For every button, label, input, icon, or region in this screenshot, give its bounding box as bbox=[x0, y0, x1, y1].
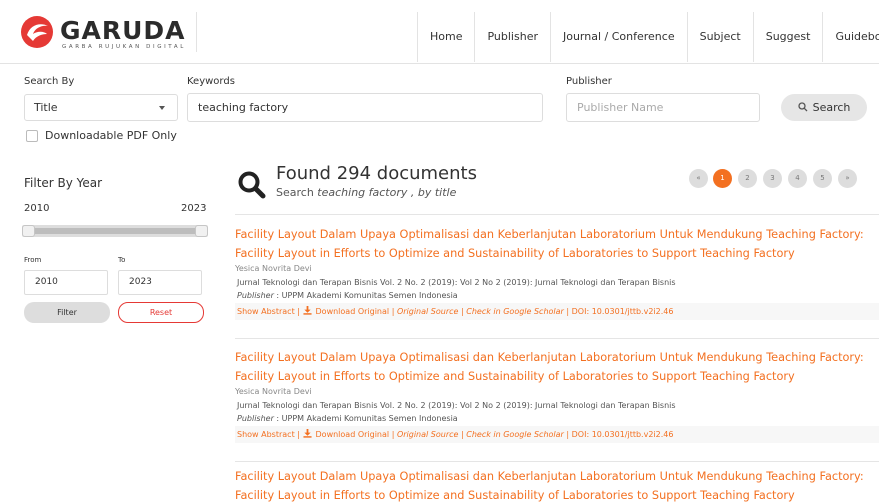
result-title[interactable]: Facility Layout Dalam Upaya Optimalisasi… bbox=[235, 467, 875, 504]
search-by-select[interactable]: Title bbox=[24, 94, 178, 121]
downloadable-pdf-label: Downloadable PDF Only bbox=[45, 129, 177, 142]
search-by-value: Title bbox=[34, 101, 58, 114]
publisher-name[interactable]: : UPPM Akademi Komunitas Semen Indonesia bbox=[274, 291, 457, 300]
logo-subtitle: GARBA RUJUKAN DIGITAL bbox=[62, 44, 186, 50]
show-abstract-link[interactable]: Show Abstract bbox=[237, 307, 295, 316]
result-links: Show Abstract | Download Original | Orig… bbox=[235, 426, 879, 443]
page-4[interactable]: 4 bbox=[788, 169, 807, 188]
site-header: GARUDA GARBA RUJUKAN DIGITAL Home Publis… bbox=[0, 0, 879, 64]
header-divider bbox=[196, 12, 197, 52]
download-icon bbox=[302, 306, 312, 315]
downloadable-pdf-checkbox[interactable] bbox=[26, 130, 38, 142]
search-desc-prefix: Search bbox=[276, 186, 318, 199]
result-publisher: Publisher : UPPM Akademi Komunitas Semen… bbox=[235, 414, 879, 423]
search-button-label: Search bbox=[812, 101, 851, 114]
search-desc-suffix: , by title bbox=[407, 186, 457, 199]
result-item: Facility Layout Dalam Upaya Optimalisasi… bbox=[235, 225, 879, 320]
found-count: Found 294 documents bbox=[276, 163, 477, 184]
original-source-link[interactable]: Original Source bbox=[397, 307, 459, 316]
publisher-name[interactable]: : UPPM Akademi Komunitas Semen Indonesia bbox=[274, 414, 457, 423]
result-author[interactable]: Yesica Novrita Devi bbox=[235, 387, 879, 396]
search-desc-query: teaching factory bbox=[317, 186, 408, 199]
year-range-max: 2023 bbox=[181, 203, 207, 214]
from-year-value: 2010 bbox=[35, 277, 58, 287]
keywords-label: Keywords bbox=[187, 76, 235, 87]
page-3[interactable]: 3 bbox=[763, 169, 782, 188]
show-abstract-link[interactable]: Show Abstract bbox=[237, 430, 295, 439]
from-label: From bbox=[24, 256, 42, 264]
download-original-link[interactable]: Download Original bbox=[316, 430, 390, 439]
google-scholar-link[interactable]: Check in Google Scholar bbox=[466, 307, 564, 316]
garuda-logo[interactable]: GARUDA GARBA RUJUKAN DIGITAL bbox=[20, 13, 205, 53]
nav-journal-conference[interactable]: Journal / Conference bbox=[549, 12, 687, 62]
publisher-placeholder: Publisher Name bbox=[577, 101, 664, 114]
result-title[interactable]: Facility Layout Dalam Upaya Optimalisasi… bbox=[235, 348, 875, 386]
result-title[interactable]: Facility Layout Dalam Upaya Optimalisasi… bbox=[235, 225, 875, 263]
chevron-down-icon bbox=[159, 106, 165, 110]
download-icon bbox=[302, 429, 312, 438]
result-journal[interactable]: Jurnal Teknologi dan Terapan Bisnis Vol.… bbox=[235, 401, 879, 410]
result-journal[interactable]: Jurnal Teknologi dan Terapan Bisnis Vol.… bbox=[235, 278, 879, 287]
magnifier-icon bbox=[238, 171, 266, 199]
nav-home[interactable]: Home bbox=[417, 12, 474, 62]
slider-range-fill bbox=[33, 228, 197, 234]
nav-suggest[interactable]: Suggest bbox=[752, 12, 823, 62]
results-divider bbox=[235, 461, 879, 462]
result-publisher: Publisher : UPPM Akademi Komunitas Semen… bbox=[235, 291, 879, 300]
result-item: Facility Layout Dalam Upaya Optimalisasi… bbox=[235, 348, 879, 443]
search-by-label: Search By bbox=[24, 76, 75, 87]
nav-subject[interactable]: Subject bbox=[686, 12, 753, 62]
garuda-logo-icon bbox=[21, 16, 53, 48]
nav-guidebook[interactable]: Guidebook bbox=[822, 12, 879, 62]
publisher-prefix: Publisher bbox=[237, 414, 274, 423]
slider-handle-min[interactable] bbox=[22, 225, 35, 237]
to-year-input[interactable]: 2023 bbox=[118, 270, 202, 295]
search-description: Search teaching factory , by title bbox=[276, 186, 456, 199]
search-button[interactable]: Search bbox=[781, 94, 867, 121]
year-range-slider[interactable] bbox=[22, 225, 208, 237]
slider-handle-max[interactable] bbox=[195, 225, 208, 237]
keywords-input[interactable]: teaching factory bbox=[187, 93, 543, 122]
original-source-link[interactable]: Original Source bbox=[397, 430, 459, 439]
main-nav: Home Publisher Journal / Conference Subj… bbox=[417, 12, 879, 62]
to-year-value: 2023 bbox=[129, 277, 152, 287]
page-prev[interactable]: « bbox=[689, 169, 708, 188]
keywords-value: teaching factory bbox=[198, 101, 289, 114]
filter-button[interactable]: Filter bbox=[24, 302, 110, 323]
logo-text: GARUDA bbox=[60, 16, 186, 45]
result-item: Facility Layout Dalam Upaya Optimalisasi… bbox=[235, 467, 879, 504]
nav-publisher[interactable]: Publisher bbox=[474, 12, 550, 62]
year-range-min: 2010 bbox=[24, 203, 50, 214]
reset-button[interactable]: Reset bbox=[118, 302, 204, 323]
download-original-link[interactable]: Download Original bbox=[316, 307, 390, 316]
page-5[interactable]: 5 bbox=[813, 169, 832, 188]
publisher-label: Publisher bbox=[566, 76, 612, 87]
to-label: To bbox=[118, 256, 126, 264]
google-scholar-link[interactable]: Check in Google Scholar bbox=[466, 430, 564, 439]
results-divider bbox=[235, 214, 879, 215]
result-links: Show Abstract | Download Original | Orig… bbox=[235, 303, 879, 320]
filter-by-year-title: Filter By Year bbox=[24, 176, 103, 190]
publisher-prefix: Publisher bbox=[237, 291, 274, 300]
page-2[interactable]: 2 bbox=[738, 169, 757, 188]
search-icon bbox=[797, 102, 808, 112]
doi-link[interactable]: DOI: 10.0301/jttb.v2i2.46 bbox=[572, 430, 674, 439]
from-year-input[interactable]: 2010 bbox=[24, 270, 108, 295]
results-divider bbox=[235, 338, 879, 339]
doi-link[interactable]: DOI: 10.0301/jttb.v2i2.46 bbox=[572, 307, 674, 316]
publisher-input[interactable]: Publisher Name bbox=[566, 93, 760, 122]
result-author[interactable]: Yesica Novrita Devi bbox=[235, 264, 879, 273]
page-next[interactable]: » bbox=[838, 169, 857, 188]
page-1[interactable]: 1 bbox=[713, 169, 732, 188]
